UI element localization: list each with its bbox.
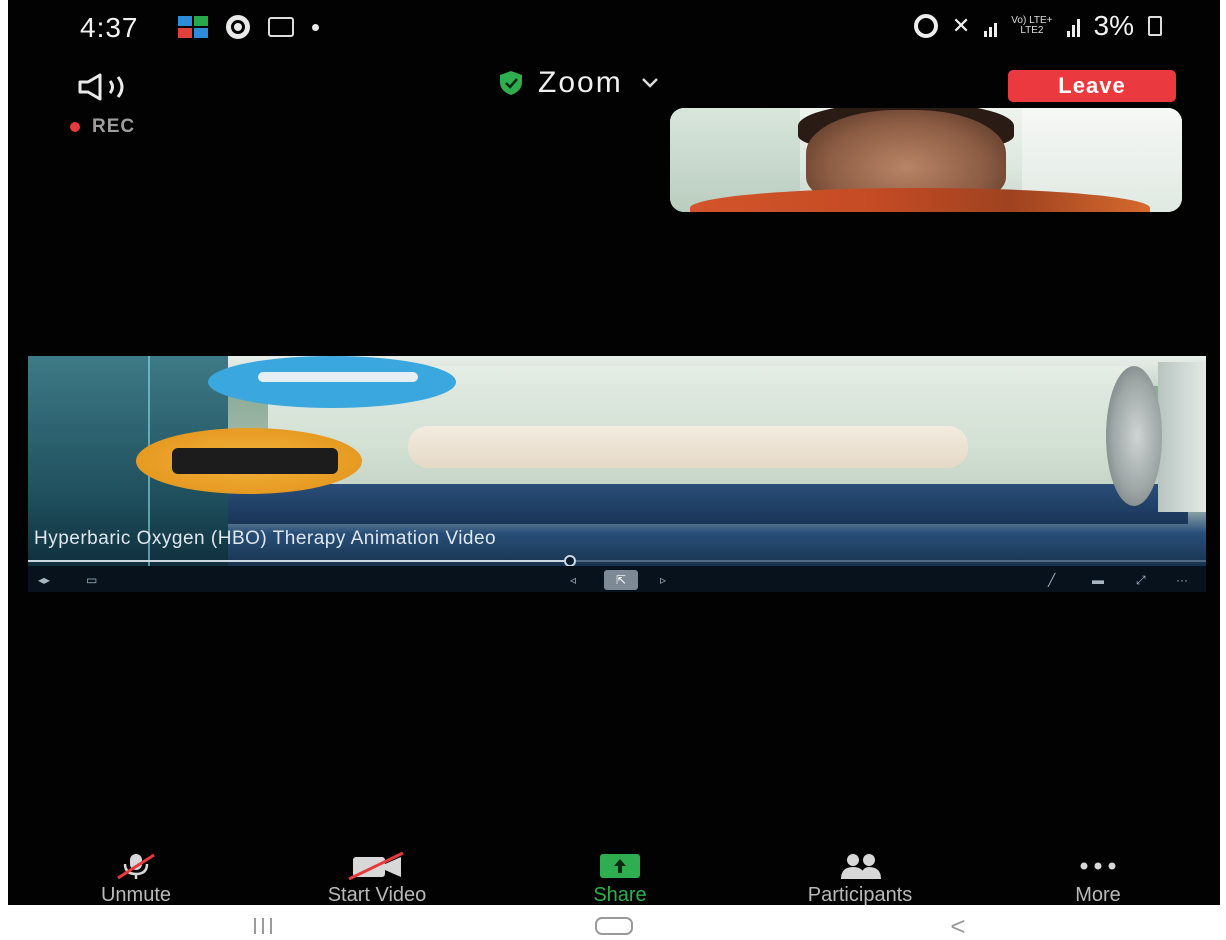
caption-icon[interactable]: ▭	[86, 573, 97, 587]
leave-button[interactable]: Leave	[1008, 70, 1176, 102]
recents-icon[interactable]	[248, 915, 278, 937]
notification-icons	[178, 15, 319, 39]
meeting-title-dropdown[interactable]: Zoom	[498, 66, 659, 100]
pen-icon[interactable]: ╱	[1048, 573, 1055, 587]
speaker-icon[interactable]	[76, 72, 150, 102]
participants-button[interactable]: Participants	[756, 852, 964, 905]
video-subtitle: Hyperbaric Oxygen (HBO) Therapy Animatio…	[34, 528, 497, 549]
more-button[interactable]: More	[1048, 852, 1148, 905]
chrome-notification-icon	[226, 15, 250, 39]
back-icon[interactable]: <	[946, 911, 970, 940]
video-progress-bar[interactable]	[28, 555, 1206, 567]
start-video-label: Start Video	[327, 884, 427, 905]
alarm-icon	[913, 14, 938, 38]
scene-thought-bubble	[208, 356, 456, 408]
network-type-bottom: LTE2	[1020, 25, 1044, 36]
shield-icon	[500, 71, 522, 95]
chevron-down-icon	[641, 78, 658, 88]
mute-notifications-icon: ✕	[951, 13, 971, 38]
battery-percentage: 3%	[1093, 10, 1134, 41]
shared-screen-video[interactable]: Hyperbaric Oxygen (HBO) Therapy Animatio…	[28, 356, 1206, 592]
status-time: 4:37	[80, 12, 139, 43]
participants-label: Participants	[807, 884, 913, 905]
status-right-icons: ✕ Vo) LTE+ LTE2 3%	[913, 10, 1162, 42]
status-bar: 4:37 ✕ Vo) LTE+ LTE2 3%	[8, 0, 1220, 52]
pointer-tool-icon[interactable]: ⇱	[604, 570, 638, 590]
signal-strength-icon	[984, 15, 998, 37]
start-video-button[interactable]: Start Video	[284, 852, 470, 905]
system-navigation-bar: <	[0, 905, 1226, 940]
video-camera-off-icon	[348, 852, 404, 880]
video-controls: ◂▸ ▭ ◃ ⇱ ▹ ╱ ▬ ⤢ ···	[28, 566, 1206, 592]
scene-door-frame	[1158, 362, 1206, 512]
volume-icon[interactable]: ◂▸	[38, 573, 50, 587]
more-options-icon[interactable]: ···	[1176, 573, 1188, 587]
screenshot-notification-icon	[268, 17, 294, 37]
video-progress-fill	[28, 560, 570, 562]
unmute-label: Unmute	[100, 884, 172, 905]
app-notification-icon	[178, 16, 208, 38]
fullscreen-icon[interactable]: ⤢	[1136, 573, 1146, 588]
microphone-muted-icon	[117, 853, 155, 880]
unmute-button[interactable]: Unmute	[72, 852, 200, 905]
recording-indicator: REC	[70, 116, 135, 138]
recording-dot-icon	[70, 122, 80, 132]
home-icon[interactable]	[590, 915, 638, 937]
network-type: Vo) LTE+ LTE2	[1011, 16, 1052, 36]
battery-charging-icon	[1148, 16, 1162, 36]
scene-jeep	[172, 448, 338, 474]
signal-strength-2-icon	[1066, 15, 1080, 37]
share-label: Share	[593, 884, 647, 905]
share-button[interactable]: Share	[566, 852, 674, 905]
settings-icon[interactable]: ▬	[1092, 573, 1104, 587]
participants-icon	[841, 854, 881, 879]
scene-chamber-base	[228, 484, 1188, 524]
scene-bed	[408, 426, 968, 468]
previous-icon[interactable]: ◃	[570, 573, 576, 587]
scene-chamber-door	[1106, 366, 1162, 506]
recording-label: REC	[92, 116, 136, 137]
scene-airplane	[258, 372, 418, 382]
meeting-title: Zoom	[538, 66, 623, 99]
more-dots-icon	[1080, 862, 1116, 870]
meeting-toolbar: Unmute Start Video Share Participants Mo…	[8, 852, 1220, 905]
more-label: More	[1075, 884, 1121, 905]
participant-video-thumbnail[interactable]	[670, 108, 1182, 212]
zoom-meeting-screen: 4:37 ✕ Vo) LTE+ LTE2 3% REC Zoom Leave H…	[8, 0, 1220, 905]
more-notifications-dot-icon	[312, 23, 319, 31]
share-screen-icon	[600, 854, 640, 878]
next-icon[interactable]: ▹	[660, 573, 666, 587]
